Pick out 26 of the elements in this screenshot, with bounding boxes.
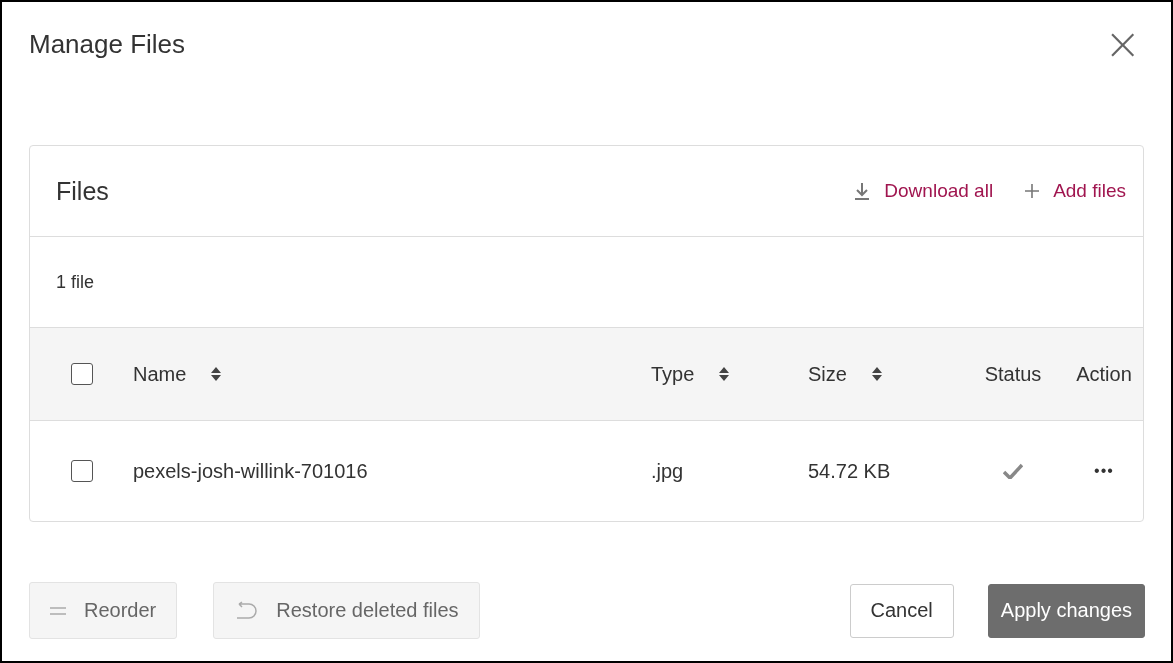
- plus-icon: [1025, 184, 1040, 198]
- table-cell: pexels-josh-willink-701016: [133, 459, 368, 483]
- undo-icon: [234, 600, 259, 621]
- column-header[interactable]: Type: [651, 362, 695, 386]
- column-header[interactable]: Name: [133, 362, 187, 386]
- cancel-button[interactable]: Cancel: [849, 583, 954, 638]
- checkbox[interactable]: [70, 363, 93, 385]
- add-files-link[interactable]: Add files: [1025, 180, 1126, 202]
- column-header: Action: [1076, 362, 1132, 386]
- sort-icon: [871, 367, 882, 381]
- panel-title: Files: [56, 176, 109, 206]
- table-cell: 54.72 KB: [808, 459, 891, 483]
- download-all-link[interactable]: Download all: [854, 180, 994, 202]
- equals-icon: [50, 606, 66, 615]
- column-header[interactable]: Size: [808, 362, 847, 386]
- table-cell: .jpg: [651, 459, 684, 483]
- checkbox[interactable]: [70, 460, 93, 482]
- download-icon: [854, 182, 871, 200]
- column-header: Status: [984, 362, 1042, 386]
- dialog-title: Manage Files: [29, 29, 186, 60]
- close-button[interactable]: ×: [1104, 24, 1141, 64]
- file-count: 1 file: [56, 271, 95, 293]
- apply-changes-button[interactable]: Apply changes: [987, 583, 1145, 638]
- more-actions-button[interactable]: •••: [1094, 462, 1114, 480]
- sort-icon: [211, 367, 222, 381]
- sort-icon: [719, 367, 730, 381]
